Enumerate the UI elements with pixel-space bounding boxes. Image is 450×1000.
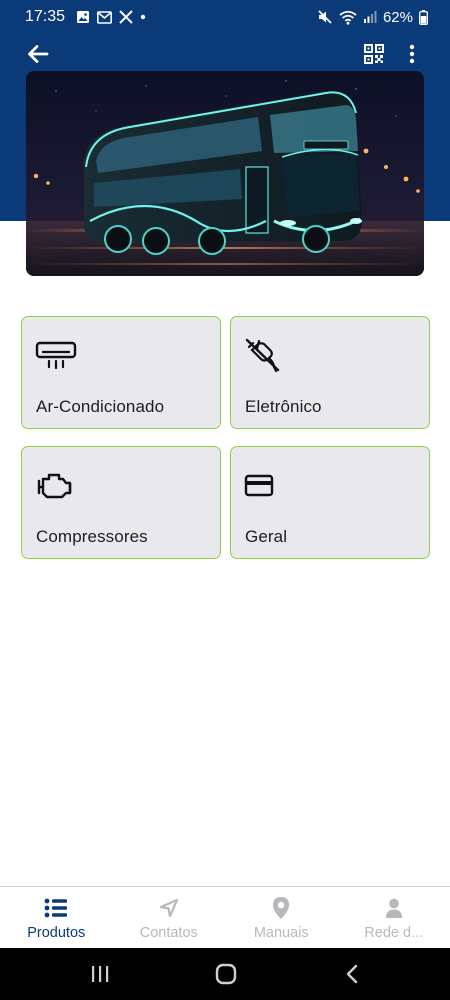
nav-tab-manuais[interactable]: Manuais xyxy=(225,887,338,949)
status-time: 17:35 xyxy=(25,8,66,25)
back-button[interactable] xyxy=(24,40,52,68)
air-conditioner-icon xyxy=(35,337,79,373)
engine-icon xyxy=(35,467,79,503)
credit-card-icon xyxy=(244,467,288,503)
gallery-icon xyxy=(76,10,90,24)
nav-tab-contatos[interactable]: Contatos xyxy=(113,887,226,949)
category-card-compressores[interactable]: Compressores xyxy=(21,446,221,559)
banner-image xyxy=(26,71,424,276)
category-label: Geral xyxy=(245,527,288,546)
battery-icon xyxy=(419,9,428,25)
status-right: 62% xyxy=(317,9,428,26)
signal-icon xyxy=(363,10,377,24)
category-card-geral[interactable]: Geral xyxy=(230,446,430,559)
battery-percentage: 62% xyxy=(382,8,413,26)
qr-code-icon xyxy=(364,44,384,64)
gmail-icon xyxy=(97,10,113,24)
status-left: 17:35 xyxy=(25,8,146,26)
recents-button[interactable] xyxy=(85,962,115,986)
system-back-button[interactable] xyxy=(337,962,367,986)
back-chevron-icon xyxy=(346,964,358,984)
status-bar: 17:35 62% xyxy=(0,0,450,34)
arrow-left-icon xyxy=(28,45,49,63)
app-screen: 17:35 62% Ar-Condicionado Eletrônico Com… xyxy=(0,0,450,1000)
navigation-arrow-icon xyxy=(159,896,179,920)
nav-label: Rede d... xyxy=(364,925,424,941)
category-card-eletronico[interactable]: Eletrônico xyxy=(230,316,430,429)
dot-icon xyxy=(140,14,146,20)
category-label: Ar-Condicionado xyxy=(36,397,165,416)
mute-icon xyxy=(317,9,333,25)
category-card-ar-condicionado[interactable]: Ar-Condicionado xyxy=(21,316,221,429)
person-icon xyxy=(385,896,403,920)
unplugged-plug-icon xyxy=(244,337,288,373)
category-label: Compressores xyxy=(36,527,148,546)
app-bar xyxy=(0,34,450,72)
more-options-button[interactable] xyxy=(400,40,424,68)
home-button[interactable] xyxy=(211,962,241,986)
system-navigation-bar xyxy=(0,948,450,1000)
category-label: Eletrônico xyxy=(245,397,322,416)
wifi-icon xyxy=(339,10,357,25)
list-icon xyxy=(44,896,68,920)
nav-tab-produtos[interactable]: Produtos xyxy=(0,887,113,949)
recents-icon xyxy=(92,966,109,982)
qr-code-button[interactable] xyxy=(362,42,386,66)
nav-label: Contatos xyxy=(139,925,198,941)
bottom-navigation: Produtos Contatos Manuais Rede d... xyxy=(0,886,450,948)
nav-label: Produtos xyxy=(27,925,86,941)
nav-label: Manuais xyxy=(253,925,309,941)
map-pin-icon xyxy=(272,896,290,920)
nav-tab-rede[interactable]: Rede d... xyxy=(338,887,450,949)
more-vertical-icon xyxy=(409,44,415,64)
home-icon xyxy=(215,963,237,985)
x-icon xyxy=(119,10,133,24)
